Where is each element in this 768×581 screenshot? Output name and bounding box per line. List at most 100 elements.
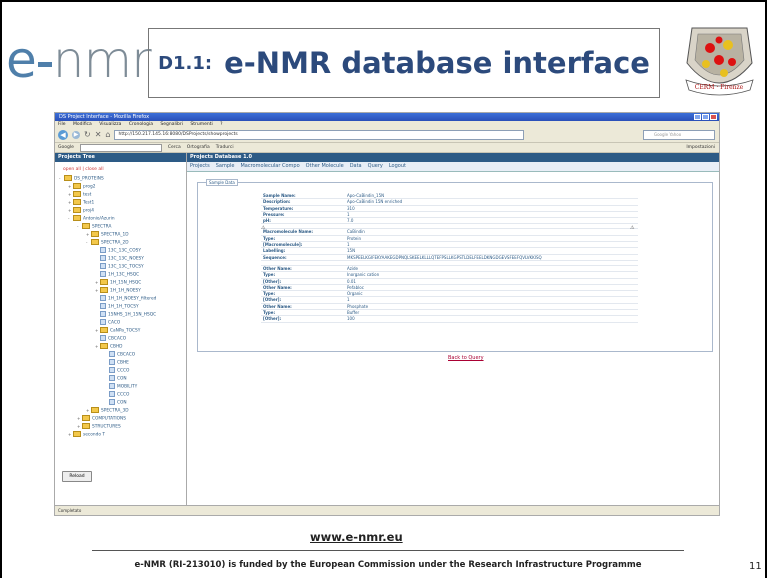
tree-item[interactable]: CBHE: [55, 359, 186, 367]
tree-item[interactable]: 1H_1H_NOESY_filtered: [55, 295, 186, 303]
tree-item[interactable]: + Test1: [55, 199, 186, 207]
tree-item-label: CaNPa_TOCSY: [110, 328, 141, 334]
nav-data[interactable]: Data: [350, 162, 362, 171]
title-box: D1.1: e-NMR database interface: [148, 28, 660, 98]
tree-item[interactable]: - SPECTRA_2D: [55, 239, 186, 247]
tree-item[interactable]: + SPECTRA_3D: [55, 407, 186, 415]
url-bar[interactable]: http://150.217.145.16:8080/DSProjects/sh…: [114, 130, 525, 140]
document-icon: [109, 359, 115, 365]
window-title-bar: DS Project Interface - Mozilla Firefox: [55, 113, 719, 121]
google-search-button[interactable]: Cerca: [168, 143, 181, 152]
google-search-field[interactable]: [79, 144, 162, 152]
nav-other-molecule[interactable]: Other Molecule: [306, 162, 344, 171]
tree-item-label: CON: [117, 376, 127, 382]
maximize-icon[interactable]: [702, 114, 709, 120]
tree-item[interactable]: + proj4: [55, 207, 186, 215]
tree-item[interactable]: CON: [55, 399, 186, 407]
projects-tree-panel: Projects Tree open all | close all - DS_P…: [55, 153, 187, 506]
nav-query[interactable]: Query: [368, 162, 383, 171]
tree-item-label: DS_PROTEINS: [74, 176, 104, 182]
folder-icon: [73, 215, 81, 221]
nav-logout[interactable]: Logout: [389, 162, 406, 171]
tree-item[interactable]: + prog2: [55, 183, 186, 191]
document-icon: [109, 367, 115, 373]
nav-projects[interactable]: Projects: [190, 162, 210, 171]
tree-item[interactable]: - DS_PROTEINS: [55, 175, 186, 183]
tree-item[interactable]: CCCO: [55, 367, 186, 375]
folder-icon: [82, 223, 90, 229]
tree-item-label: CBHE: [117, 360, 129, 366]
document-icon: [109, 383, 115, 389]
tree-item[interactable]: CBCACO: [55, 335, 186, 343]
tree-item-label: CBHD: [110, 344, 123, 350]
warning-icon: ⚠: [630, 225, 635, 231]
folder-icon: [73, 207, 81, 213]
page-number: 11: [749, 561, 762, 572]
document-icon: [100, 247, 106, 253]
tree-item[interactable]: CACO: [55, 319, 186, 327]
back-to-query-link[interactable]: Back to Query: [448, 355, 484, 361]
back-icon[interactable]: ◀: [58, 130, 68, 140]
tree-item[interactable]: CON: [55, 375, 186, 383]
tree-item-label: SPECTRA_2D: [101, 240, 129, 246]
tree-item[interactable]: - SPECTRA: [55, 223, 186, 231]
minimize-icon[interactable]: [694, 114, 701, 120]
tree-item-label: 1H_13C_HSQC: [108, 272, 140, 278]
tree-item[interactable]: +1H_15N_HSQC: [55, 279, 186, 287]
tree-item[interactable]: 13C_13C_NOESY: [55, 255, 186, 263]
tree-item[interactable]: + COMPUTATIONS: [55, 415, 186, 423]
tree-item[interactable]: 13C_13C_TOCSY: [55, 263, 186, 271]
tree-item[interactable]: CBCACO: [55, 351, 186, 359]
tree-item[interactable]: + CBHD: [55, 343, 186, 351]
slide-title: e-NMR database interface: [224, 46, 650, 80]
folder-icon: [100, 327, 108, 333]
tree-item[interactable]: 13C_13C_COSY: [55, 247, 186, 255]
tree-item-label: CCCO: [117, 368, 130, 374]
tree-item[interactable]: MOBILITY: [55, 383, 186, 391]
reload-icon[interactable]: ↻: [84, 130, 91, 140]
tree-item[interactable]: 1H_13C_HSQC: [55, 271, 186, 279]
nav-macromolecular[interactable]: Macromolecular Compo: [240, 162, 299, 171]
tree-item[interactable]: + test: [55, 191, 186, 199]
open-close-all-links[interactable]: open all | close all: [55, 162, 186, 175]
menu-help[interactable]: ?: [220, 122, 222, 127]
tree-item-label: prog2: [83, 184, 96, 190]
folder-icon: [100, 343, 108, 349]
logo-nmr: nmr: [52, 31, 152, 89]
tree-item[interactable]: + STRUCTURES: [55, 423, 186, 431]
document-icon: [109, 351, 115, 357]
menu-bookmarks[interactable]: Segnalibri: [160, 122, 183, 127]
tree-item[interactable]: CCCO: [55, 391, 186, 399]
document-icon: [100, 335, 106, 341]
search-input[interactable]: Google Yahoo: [643, 130, 715, 140]
menu-view[interactable]: Visualizza: [99, 122, 121, 127]
nav-sample[interactable]: Sample: [216, 162, 235, 171]
menu-tools[interactable]: Strumenti: [190, 122, 212, 127]
settings-button[interactable]: Impostazioni: [686, 143, 715, 152]
tree-item-label: SPECTRA_3D: [101, 408, 129, 414]
tree-item[interactable]: + CaNPa_TOCSY: [55, 327, 186, 335]
website-link[interactable]: www.e-nmr.eu: [310, 530, 403, 544]
reload-button[interactable]: Reload: [62, 471, 92, 482]
tree-item[interactable]: 15NHS_1H_15N_HSQC: [55, 311, 186, 319]
menu-edit[interactable]: Modifica: [73, 122, 92, 127]
svg-text:CERM · Firenze: CERM · Firenze: [695, 84, 744, 91]
stop-icon[interactable]: ✕: [95, 130, 102, 140]
tree-item[interactable]: + secondo T: [55, 431, 186, 439]
close-icon[interactable]: [710, 114, 717, 120]
tree-item[interactable]: + SPECTRA_1D: [55, 231, 186, 239]
forward-icon[interactable]: ▶: [72, 131, 80, 139]
main-nav: Projects Sample Macromolecular Compo Oth…: [187, 162, 719, 172]
tree-item[interactable]: - Antonio/Azurin: [55, 215, 186, 223]
tree-item-label: secondo T: [83, 432, 105, 438]
menu-history[interactable]: Cronologia: [129, 122, 153, 127]
tree-item-label: 1H_1H_NOESY: [110, 288, 141, 294]
translate-button[interactable]: Tradurci: [216, 143, 234, 152]
tree-item[interactable]: +1H_1H_NOESY: [55, 287, 186, 295]
home-icon[interactable]: ⌂: [105, 130, 110, 140]
menu-file[interactable]: File: [58, 122, 66, 127]
tree-item-label: 13C_13C_TOCSY: [108, 264, 144, 270]
tree-item[interactable]: 1H_1H_TOCSY: [55, 303, 186, 311]
spellcheck-button[interactable]: Ortografia: [187, 143, 210, 152]
status-bar: Completato: [55, 505, 719, 515]
